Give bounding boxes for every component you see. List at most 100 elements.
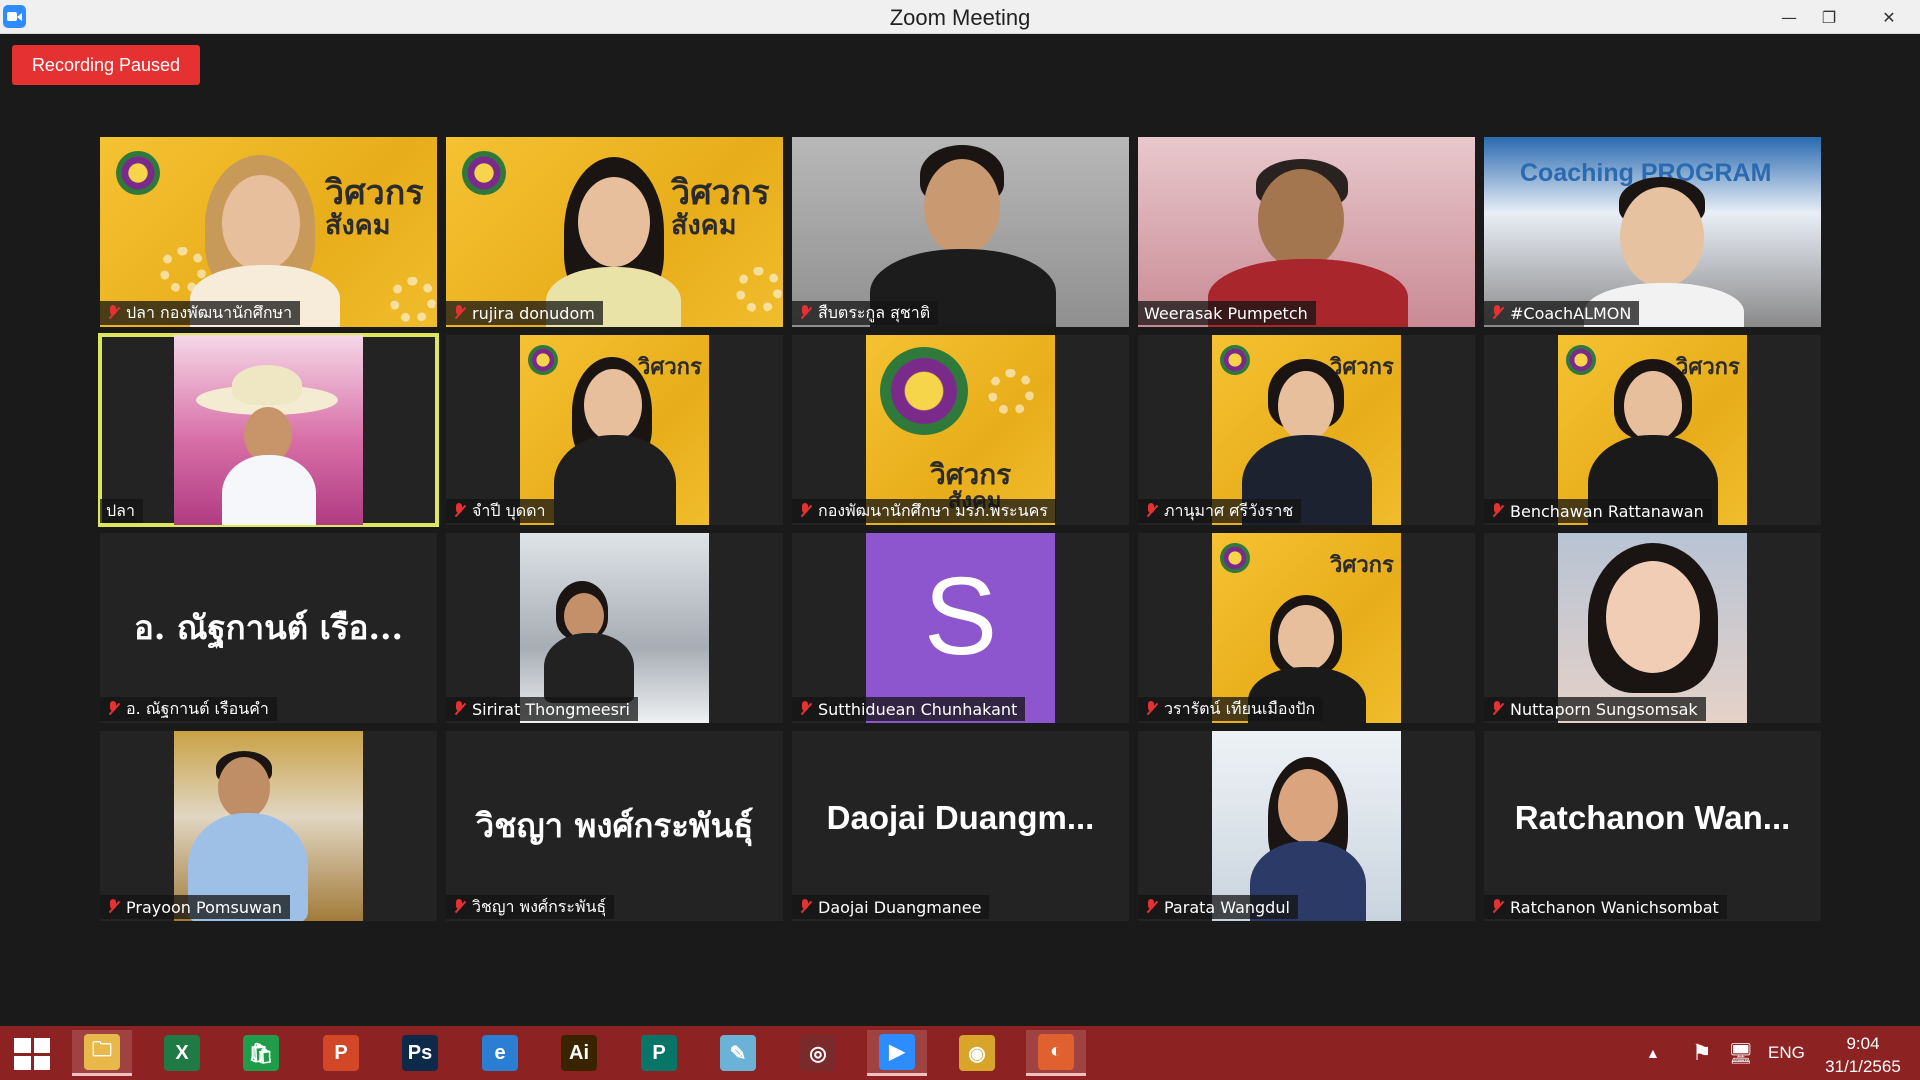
participant-video [1212, 731, 1401, 921]
participant-tile-active-speaker[interactable]: ปลา [98, 333, 439, 527]
participant-tile[interactable]: Weerasak Pumpetch [1138, 137, 1475, 327]
participant-tile[interactable]: Sirirat Thongmeesri [446, 533, 783, 723]
participant-tile[interactable]: วิศวกร สังคม rujira donudom [446, 137, 783, 327]
participant-display-name: อ. ณัฐกานต์ เรือ... [134, 608, 403, 647]
chrome-icon: ◉ [959, 1035, 995, 1071]
participant-name-label: สืบตระกูล สุชาติ [792, 301, 939, 325]
university-seal-icon [462, 151, 506, 195]
participant-name: Weerasak Pumpetch [1144, 303, 1308, 323]
participant-video: Coaching PROGRAM [1484, 137, 1821, 327]
gear-icon [736, 267, 782, 313]
mic-muted-icon [798, 503, 812, 519]
participant-tile[interactable]: วิศวกร Benchawan Rattanawan [1484, 335, 1821, 525]
participant-display-name: Ratchanon Wan... [1514, 799, 1791, 836]
participant-name-label: วิชญา พงศ์กระพันธุ์ [446, 895, 615, 919]
taskbar-store-button[interactable]: 🛍 [231, 1030, 291, 1076]
illustrator-icon: Ai [561, 1035, 597, 1071]
participant-tile[interactable]: Prayoon Pomsuwan [100, 731, 437, 921]
participant-name: Benchawan Rattanawan [1510, 501, 1704, 521]
participant-name: Nuttaporn Sungsomsak [1510, 699, 1698, 719]
mic-muted-icon [452, 503, 466, 519]
taskbar-clock[interactable]: 9:04 31/1/2565 [1808, 1032, 1918, 1078]
participant-face [584, 369, 642, 441]
participant-tile[interactable]: วิศวกร สังคม ปลา กองพัฒนานักศึกษา [100, 137, 437, 327]
participant-display-name: Daojai Duangm... [826, 799, 1095, 836]
zoom-icon: ▶ [879, 1033, 915, 1070]
network-icon[interactable]: 🖥 [1728, 1026, 1753, 1080]
participant-tile[interactable]: Ratchanon Wan... Ratchanon Wanichsombat [1484, 731, 1821, 921]
taskbar-chrome-button[interactable]: ◉ [947, 1030, 1007, 1076]
clock-time: 9:04 [1846, 1034, 1880, 1053]
window-title: Zoom Meeting [889, 5, 1031, 30]
participant-tile[interactable]: วิศวกร จำปี บุดดา [446, 335, 783, 525]
taskbar-powerpoint-button[interactable]: P [311, 1030, 371, 1076]
mic-muted-icon [1144, 701, 1158, 717]
taskbar-file-explorer-button[interactable]: 🗀 [72, 1030, 132, 1076]
participant-video [174, 731, 363, 921]
taskbar-internet-explorer-button[interactable]: e [470, 1030, 530, 1076]
participant-face [218, 757, 270, 819]
participant-name: Sutthiduean Chunhakant [818, 699, 1018, 719]
excel-icon: X [164, 1035, 200, 1071]
windows-start-button[interactable] [14, 1038, 50, 1070]
university-seal-icon [1220, 543, 1250, 573]
mic-muted-icon [452, 305, 466, 321]
participant-tile[interactable]: อ. ณัฐกานต์ เรือ... อ. ณัฐกานต์ เรือนคำ [100, 533, 437, 723]
participant-name-label: Daojai Duangmanee [792, 895, 990, 919]
participant-tile[interactable]: วิศวกร ภานุมาศ ศรีวังราช [1138, 335, 1475, 525]
participant-tile[interactable]: วิศวกร สังคม กองพัฒนานักศึกษา มรภ.พระนคร [792, 335, 1129, 525]
participant-name: ปลา กองพัฒนานักศึกษา [126, 302, 293, 322]
participant-name-label: ปลา กองพัฒนานักศึกษา [100, 301, 301, 325]
taskbar-notes-button[interactable]: ✎ [708, 1030, 768, 1076]
participant-tile[interactable]: Nuttaporn Sungsomsak [1484, 533, 1821, 723]
participant-tile[interactable]: วิศวกร วรารัตน์ เทียนเมืองปัก [1138, 533, 1475, 723]
participant-name-label: ภานุมาศ ศรีวังราช [1138, 499, 1302, 523]
participant-face [1278, 371, 1334, 441]
university-seal-icon [116, 151, 160, 195]
taskbar-slides-button[interactable]: ◐ [1026, 1030, 1086, 1076]
participant-name: Ratchanon Wanichsombat [1510, 897, 1719, 917]
participant-face [1620, 187, 1704, 287]
gear-icon [988, 369, 1034, 415]
close-button[interactable]: ✕ [1858, 0, 1920, 34]
participant-name-label: Sutthiduean Chunhakant [792, 697, 1026, 721]
photoshop-icon: Ps [402, 1035, 438, 1071]
gear-icon [390, 277, 436, 323]
taskbar-photoshop-button[interactable]: Ps [390, 1030, 450, 1076]
recording-paused-badge[interactable]: Recording Paused [12, 45, 200, 85]
tray-overflow-icon[interactable]: ▲ [1646, 1026, 1660, 1080]
participant-name-label: rujira donudom [446, 301, 603, 325]
gallery-grid: วิศวกร สังคม ปลา กองพัฒนานักศึกษา วิศวกร… [98, 137, 1822, 922]
university-seal-icon [880, 347, 968, 435]
mic-muted-icon [106, 899, 120, 915]
language-indicator[interactable]: ENG [1768, 1026, 1805, 1080]
taskbar-publisher-button[interactable]: P [629, 1030, 689, 1076]
maximize-button[interactable]: ❐ [1806, 0, 1852, 34]
participant-video: วิศวกร สังคม [100, 137, 437, 327]
taskbar-excel-button[interactable]: X [152, 1030, 212, 1076]
participant-name: Sirirat Thongmeesri [472, 699, 630, 719]
mic-muted-icon [1490, 899, 1504, 915]
participant-body [544, 633, 634, 703]
participant-tile[interactable]: สืบตระกูล สุชาติ [792, 137, 1129, 327]
participant-tile[interactable]: Parata Wangdul [1138, 731, 1475, 921]
taskbar-photoscape-button[interactable]: ◎ [788, 1030, 848, 1076]
action-center-flag-icon[interactable]: ⚑ [1692, 1026, 1712, 1080]
participant-name: ปลา [106, 500, 135, 520]
participant-video: วิศวกร [1212, 533, 1401, 723]
participant-tile[interactable]: S Sutthiduean Chunhakant [792, 533, 1129, 723]
taskbar-illustrator-button[interactable]: Ai [549, 1030, 609, 1076]
participant-face [924, 159, 1000, 255]
powerpoint-icon: P [323, 1035, 359, 1071]
participant-tile[interactable]: Coaching PROGRAM #CoachALMON [1484, 137, 1821, 327]
participant-name-label: Ratchanon Wanichsombat [1484, 895, 1727, 919]
participant-name: rujira donudom [472, 303, 595, 323]
slides-icon: ◐ [1038, 1033, 1074, 1070]
participant-body [222, 455, 316, 525]
participant-tile[interactable]: Daojai Duangm... Daojai Duangmanee [792, 731, 1129, 921]
participant-body [554, 435, 676, 525]
participant-video [792, 137, 1129, 327]
participant-tile[interactable]: วิชญา พงศ์กระพันธุ์ วิชญา พงศ์กระพันธุ์ [446, 731, 783, 921]
store-icon: 🛍 [243, 1035, 279, 1071]
taskbar-zoom-button[interactable]: ▶ [867, 1030, 927, 1076]
